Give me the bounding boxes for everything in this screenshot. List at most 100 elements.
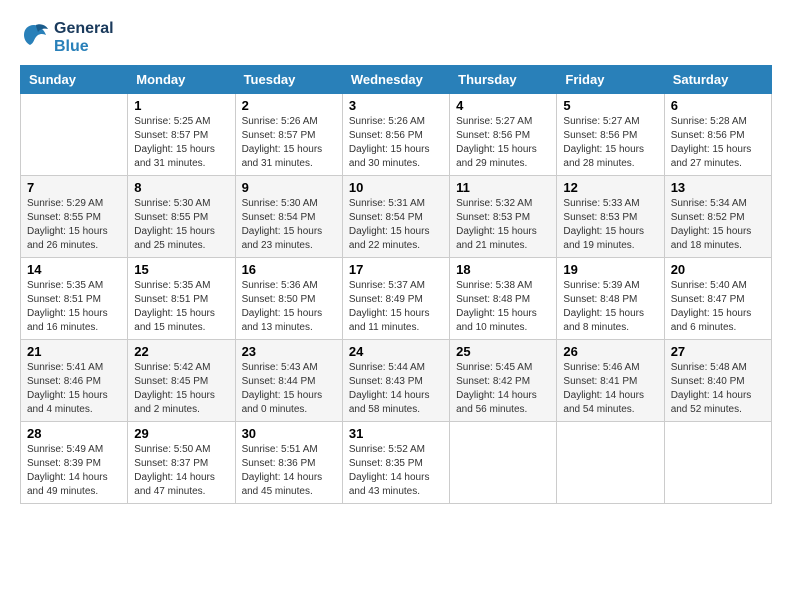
day-info: Sunrise: 5:41 AM Sunset: 8:46 PM Dayligh… bbox=[27, 361, 121, 417]
calendar-cell: 27Sunrise: 5:48 AM Sunset: 8:40 PM Dayli… bbox=[664, 340, 771, 422]
day-number: 9 bbox=[242, 180, 336, 195]
day-number: 14 bbox=[27, 262, 121, 277]
day-info: Sunrise: 5:44 AM Sunset: 8:43 PM Dayligh… bbox=[349, 361, 443, 417]
day-info: Sunrise: 5:35 AM Sunset: 8:51 PM Dayligh… bbox=[134, 279, 228, 335]
day-info: Sunrise: 5:45 AM Sunset: 8:42 PM Dayligh… bbox=[456, 361, 550, 417]
calendar-cell: 25 Sunrise: 5:45 AM Sunset: 8:42 PM Dayli… bbox=[450, 340, 557, 422]
day-number: 18 bbox=[456, 262, 550, 277]
calendar-cell: 17 Sunrise: 5:37 AM Sunset: 8:49 PM Dayli… bbox=[342, 258, 449, 340]
calendar-cell: 30 Sunrise: 5:51 AM Sunset: 8:36 PM Dayli… bbox=[235, 422, 342, 504]
calendar-cell: 11Sunrise: 5:32 AM Sunset: 8:53 PM Dayli… bbox=[450, 176, 557, 258]
header-monday: Monday bbox=[128, 66, 235, 94]
day-info: Sunrise: 5:37 AM Sunset: 8:49 PM Dayligh… bbox=[349, 279, 443, 335]
day-info: Sunrise: 5:46 AM Sunset: 8:41 PM Dayligh… bbox=[563, 361, 657, 417]
calendar-cell: 28 Sunrise: 5:49 AM Sunset: 8:39 PM Dayli… bbox=[21, 422, 128, 504]
calendar-cell: 15 Sunrise: 5:35 AM Sunset: 8:51 PM Dayli… bbox=[128, 258, 235, 340]
header-wednesday: Wednesday bbox=[342, 66, 449, 94]
day-info: Sunrise: 5:40 AM Sunset: 8:47 PM Dayligh… bbox=[671, 279, 765, 335]
day-info: Sunrise: 5:26 AM Sunset: 8:57 PM Dayligh… bbox=[242, 115, 336, 171]
day-number: 22 bbox=[134, 344, 228, 359]
logo: General Blue bbox=[20, 20, 114, 55]
day-info: Sunrise: 5:27 AM Sunset: 8:56 PM Dayligh… bbox=[456, 115, 550, 171]
calendar-table: SundayMondayTuesdayWednesdayThursdayFrid… bbox=[20, 65, 772, 504]
day-number: 10 bbox=[349, 180, 443, 195]
calendar-cell: 4 Sunrise: 5:27 AM Sunset: 8:56 PM Daylig… bbox=[450, 94, 557, 176]
calendar-cell: 22Sunrise: 5:42 AM Sunset: 8:45 PM Dayli… bbox=[128, 340, 235, 422]
calendar-cell bbox=[664, 422, 771, 504]
day-info: Sunrise: 5:43 AM Sunset: 8:44 PM Dayligh… bbox=[242, 361, 336, 417]
day-info: Sunrise: 5:39 AM Sunset: 8:48 PM Dayligh… bbox=[563, 279, 657, 335]
day-info: Sunrise: 5:30 AM Sunset: 8:55 PM Dayligh… bbox=[134, 197, 228, 253]
day-info: Sunrise: 5:49 AM Sunset: 8:39 PM Dayligh… bbox=[27, 443, 121, 499]
header: General Blue bbox=[20, 20, 772, 55]
day-number: 11 bbox=[456, 180, 550, 195]
calendar-cell: 23 Sunrise: 5:43 AM Sunset: 8:44 PM Dayli… bbox=[235, 340, 342, 422]
day-info: Sunrise: 5:51 AM Sunset: 8:36 PM Dayligh… bbox=[242, 443, 336, 499]
day-info: Sunrise: 5:26 AM Sunset: 8:56 PM Dayligh… bbox=[349, 115, 443, 171]
calendar-header-row: SundayMondayTuesdayWednesdayThursdayFrid… bbox=[21, 66, 772, 94]
calendar-cell: 24 Sunrise: 5:44 AM Sunset: 8:43 PM Dayli… bbox=[342, 340, 449, 422]
day-number: 15 bbox=[134, 262, 228, 277]
day-number: 3 bbox=[349, 98, 443, 113]
day-number: 31 bbox=[349, 426, 443, 441]
day-info: Sunrise: 5:50 AM Sunset: 8:37 PM Dayligh… bbox=[134, 443, 228, 499]
calendar-cell: 31 Sunrise: 5:52 AM Sunset: 8:35 PM Dayli… bbox=[342, 422, 449, 504]
day-number: 6 bbox=[671, 98, 765, 113]
day-number: 28 bbox=[27, 426, 121, 441]
day-number: 17 bbox=[349, 262, 443, 277]
day-info: Sunrise: 5:33 AM Sunset: 8:53 PM Dayligh… bbox=[563, 197, 657, 253]
calendar-cell bbox=[450, 422, 557, 504]
week-row-5: 28 Sunrise: 5:49 AM Sunset: 8:39 PM Dayli… bbox=[21, 422, 772, 504]
calendar-cell: 12Sunrise: 5:33 AM Sunset: 8:53 PM Dayli… bbox=[557, 176, 664, 258]
calendar-cell: 8 Sunrise: 5:30 AM Sunset: 8:55 PM Daylig… bbox=[128, 176, 235, 258]
calendar-cell: 7Sunrise: 5:29 AM Sunset: 8:55 PM Daylig… bbox=[21, 176, 128, 258]
logo-bird-icon bbox=[20, 21, 48, 49]
day-info: Sunrise: 5:34 AM Sunset: 8:52 PM Dayligh… bbox=[671, 197, 765, 253]
calendar-cell: 21Sunrise: 5:41 AM Sunset: 8:46 PM Dayli… bbox=[21, 340, 128, 422]
day-info: Sunrise: 5:48 AM Sunset: 8:40 PM Dayligh… bbox=[671, 361, 765, 417]
day-number: 25 bbox=[456, 344, 550, 359]
calendar-cell: 14 Sunrise: 5:35 AM Sunset: 8:51 PM Dayli… bbox=[21, 258, 128, 340]
day-info: Sunrise: 5:35 AM Sunset: 8:51 PM Dayligh… bbox=[27, 279, 121, 335]
day-info: Sunrise: 5:36 AM Sunset: 8:50 PM Dayligh… bbox=[242, 279, 336, 335]
day-number: 4 bbox=[456, 98, 550, 113]
day-number: 16 bbox=[242, 262, 336, 277]
day-number: 23 bbox=[242, 344, 336, 359]
logo-general-text: General bbox=[54, 20, 114, 38]
week-row-1: 1 Sunrise: 5:25 AM Sunset: 8:57 PM Daylig… bbox=[21, 94, 772, 176]
calendar-cell: 1 Sunrise: 5:25 AM Sunset: 8:57 PM Daylig… bbox=[128, 94, 235, 176]
day-info: Sunrise: 5:38 AM Sunset: 8:48 PM Dayligh… bbox=[456, 279, 550, 335]
day-info: Sunrise: 5:27 AM Sunset: 8:56 PM Dayligh… bbox=[563, 115, 657, 171]
day-number: 8 bbox=[134, 180, 228, 195]
calendar-cell bbox=[557, 422, 664, 504]
day-number: 24 bbox=[349, 344, 443, 359]
calendar-cell: 20 Sunrise: 5:40 AM Sunset: 8:47 PM Dayli… bbox=[664, 258, 771, 340]
header-thursday: Thursday bbox=[450, 66, 557, 94]
day-number: 7 bbox=[27, 180, 121, 195]
day-number: 26 bbox=[563, 344, 657, 359]
day-number: 30 bbox=[242, 426, 336, 441]
header-tuesday: Tuesday bbox=[235, 66, 342, 94]
header-friday: Friday bbox=[557, 66, 664, 94]
day-number: 2 bbox=[242, 98, 336, 113]
calendar-cell: 2 Sunrise: 5:26 AM Sunset: 8:57 PM Daylig… bbox=[235, 94, 342, 176]
calendar-cell: 13 Sunrise: 5:34 AM Sunset: 8:52 PM Dayli… bbox=[664, 176, 771, 258]
day-number: 20 bbox=[671, 262, 765, 277]
day-info: Sunrise: 5:25 AM Sunset: 8:57 PM Dayligh… bbox=[134, 115, 228, 171]
day-number: 5 bbox=[563, 98, 657, 113]
week-row-3: 14 Sunrise: 5:35 AM Sunset: 8:51 PM Dayli… bbox=[21, 258, 772, 340]
day-info: Sunrise: 5:52 AM Sunset: 8:35 PM Dayligh… bbox=[349, 443, 443, 499]
day-number: 1 bbox=[134, 98, 228, 113]
day-info: Sunrise: 5:28 AM Sunset: 8:56 PM Dayligh… bbox=[671, 115, 765, 171]
calendar-cell: 5 Sunrise: 5:27 AM Sunset: 8:56 PM Daylig… bbox=[557, 94, 664, 176]
calendar-cell: 3 Sunrise: 5:26 AM Sunset: 8:56 PM Daylig… bbox=[342, 94, 449, 176]
calendar-cell: 9Sunrise: 5:30 AM Sunset: 8:54 PM Daylig… bbox=[235, 176, 342, 258]
week-row-2: 7Sunrise: 5:29 AM Sunset: 8:55 PM Daylig… bbox=[21, 176, 772, 258]
calendar-cell bbox=[21, 94, 128, 176]
header-saturday: Saturday bbox=[664, 66, 771, 94]
day-number: 19 bbox=[563, 262, 657, 277]
day-info: Sunrise: 5:31 AM Sunset: 8:54 PM Dayligh… bbox=[349, 197, 443, 253]
calendar-cell: 26 Sunrise: 5:46 AM Sunset: 8:41 PM Dayli… bbox=[557, 340, 664, 422]
calendar-cell: 16 Sunrise: 5:36 AM Sunset: 8:50 PM Dayli… bbox=[235, 258, 342, 340]
day-number: 13 bbox=[671, 180, 765, 195]
